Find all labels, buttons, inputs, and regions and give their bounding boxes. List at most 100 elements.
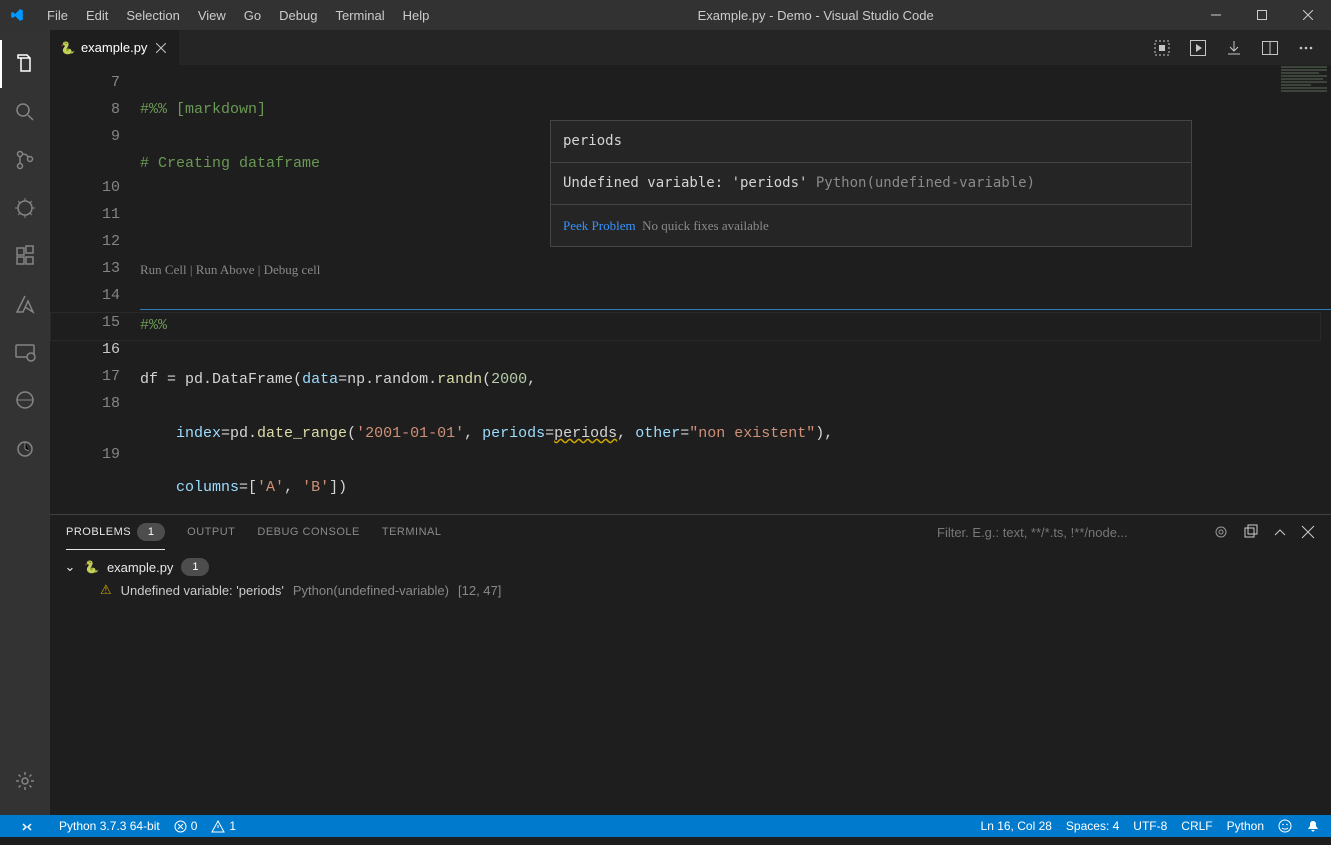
minimap[interactable] bbox=[1231, 65, 1331, 514]
title-bar: File Edit Selection View Go Debug Termin… bbox=[0, 0, 1331, 30]
problems-tab[interactable]: PROBLEMS1 bbox=[66, 515, 165, 550]
line-number: 19 bbox=[50, 441, 120, 468]
menu-selection[interactable]: Selection bbox=[117, 2, 188, 29]
problem-row[interactable]: ⚠ Undefined variable: 'periods' Python(u… bbox=[64, 579, 1317, 601]
extensions-icon[interactable] bbox=[0, 232, 50, 280]
code-editor[interactable]: 7 8 9 10 11 12 13 14 15 16 17 18 19 #%% … bbox=[50, 65, 1331, 514]
run-file-interactive-icon[interactable] bbox=[1151, 37, 1173, 59]
filter-settings-icon[interactable] bbox=[1213, 524, 1229, 540]
line-number-gutter: 7 8 9 10 11 12 13 14 15 16 17 18 19 bbox=[50, 65, 140, 514]
problem-file-name: example.py bbox=[107, 560, 173, 575]
warnings-count[interactable]: 1 bbox=[204, 815, 243, 837]
status-right: Ln 16, Col 28 Spaces: 4 UTF-8 CRLF Pytho… bbox=[974, 815, 1327, 837]
settings-gear-icon[interactable] bbox=[0, 757, 50, 805]
code-line[interactable]: df = pd.DataFrame(data=np.random.randn(2… bbox=[140, 366, 1331, 393]
menu-file[interactable]: File bbox=[38, 2, 77, 29]
feedback-icon[interactable] bbox=[1271, 815, 1299, 837]
hover-widget: periods Undefined variable: 'periods' Py… bbox=[550, 120, 1192, 247]
problems-filter-input[interactable] bbox=[935, 524, 1199, 541]
close-panel-icon[interactable] bbox=[1301, 525, 1315, 539]
vscode-logo-icon bbox=[10, 8, 24, 22]
activity-bar bbox=[0, 30, 50, 815]
cursor-position[interactable]: Ln 16, Col 28 bbox=[974, 815, 1059, 837]
panel: PROBLEMS1 OUTPUT DEBUG CONSOLE TERMINAL … bbox=[50, 514, 1331, 815]
code-line[interactable]: #%% [markdown] bbox=[140, 96, 1331, 123]
status-bar: Python 3.7.3 64-bit 0 1 Ln 16, Col 28 Sp… bbox=[0, 815, 1331, 837]
menu-terminal[interactable]: Terminal bbox=[326, 2, 393, 29]
line-number: 13 bbox=[50, 255, 120, 282]
line-number bbox=[50, 417, 120, 441]
azure-icon[interactable] bbox=[0, 280, 50, 328]
problem-source: Python(undefined-variable) bbox=[293, 583, 449, 598]
problems-badge: 1 bbox=[137, 523, 165, 541]
docker-icon[interactable] bbox=[0, 424, 50, 472]
source-control-icon[interactable] bbox=[0, 136, 50, 184]
line-number: 17 bbox=[50, 363, 120, 390]
terminal-tab[interactable]: TERMINAL bbox=[382, 515, 442, 549]
menu-bar: File Edit Selection View Go Debug Termin… bbox=[38, 2, 438, 29]
menu-debug[interactable]: Debug bbox=[270, 2, 326, 29]
search-icon[interactable] bbox=[0, 88, 50, 136]
line-number: 14 bbox=[50, 282, 120, 309]
remote-explorer-icon[interactable] bbox=[0, 328, 50, 376]
remote-indicator[interactable] bbox=[4, 815, 50, 837]
window-title: Example.py - Demo - Visual Studio Code bbox=[438, 8, 1193, 23]
problem-message: Undefined variable: 'periods' bbox=[121, 583, 284, 598]
tab-example-py[interactable]: 🐍 example.py bbox=[50, 30, 180, 65]
warning-squiggle: periods bbox=[554, 425, 617, 442]
hover-message: Undefined variable: 'periods' Python(und… bbox=[551, 163, 1191, 205]
main-area: 🐍 example.py 7 8 9 10 11 12 bbox=[0, 30, 1331, 815]
code-line[interactable]: #%% bbox=[140, 309, 1331, 339]
maximize-panel-icon[interactable] bbox=[1273, 525, 1287, 539]
menu-edit[interactable]: Edit bbox=[77, 2, 117, 29]
hover-actions: Peek Problem No quick fixes available bbox=[551, 205, 1191, 246]
warning-icon: ⚠ bbox=[100, 582, 112, 598]
maximize-button[interactable] bbox=[1239, 0, 1285, 30]
indentation[interactable]: Spaces: 4 bbox=[1059, 815, 1126, 837]
errors-count[interactable]: 0 bbox=[167, 815, 205, 837]
output-tab[interactable]: OUTPUT bbox=[187, 515, 235, 549]
tab-label: example.py bbox=[81, 40, 147, 55]
menu-go[interactable]: Go bbox=[235, 2, 270, 29]
peek-problem-link[interactable]: Peek Problem bbox=[563, 218, 636, 233]
line-number: 8 bbox=[50, 96, 120, 123]
line-number: 10 bbox=[50, 174, 120, 201]
line-number: 18 bbox=[50, 390, 120, 417]
panel-toolbar bbox=[935, 524, 1315, 541]
code-line[interactable]: index=pd.date_range('2001-01-01', period… bbox=[140, 420, 1331, 447]
code-line[interactable]: columns=['A', 'B']) bbox=[140, 474, 1331, 501]
explorer-icon[interactable] bbox=[0, 40, 50, 88]
more-actions-icon[interactable] bbox=[1295, 37, 1317, 59]
line-number: 11 bbox=[50, 201, 120, 228]
editor-group: 🐍 example.py 7 8 9 10 11 12 bbox=[50, 30, 1331, 815]
collapse-all-icon[interactable] bbox=[1243, 524, 1259, 540]
window-controls bbox=[1193, 0, 1331, 30]
line-number: 9 bbox=[50, 123, 120, 150]
python-interpreter[interactable]: Python 3.7.3 64-bit bbox=[52, 815, 167, 837]
codelens[interactable]: Run Cell | Run Above | Debug cell bbox=[140, 258, 1331, 282]
environments-icon[interactable] bbox=[0, 376, 50, 424]
eol[interactable]: CRLF bbox=[1174, 815, 1219, 837]
encoding[interactable]: UTF-8 bbox=[1126, 815, 1174, 837]
problem-location: [12, 47] bbox=[458, 583, 501, 598]
debug-console-tab[interactable]: DEBUG CONSOLE bbox=[257, 515, 359, 549]
problems-list: ⌄ 🐍 example.py 1 ⚠ Undefined variable: '… bbox=[50, 549, 1331, 815]
line-number: 12 bbox=[50, 228, 120, 255]
menu-help[interactable]: Help bbox=[394, 2, 439, 29]
notifications-icon[interactable] bbox=[1299, 815, 1327, 837]
debug-run-icon[interactable] bbox=[0, 184, 50, 232]
import-notebook-icon[interactable] bbox=[1223, 37, 1245, 59]
hover-title: periods bbox=[551, 121, 1191, 163]
close-button[interactable] bbox=[1285, 0, 1331, 30]
menu-view[interactable]: View bbox=[189, 2, 235, 29]
chevron-down-icon[interactable]: ⌄ bbox=[64, 559, 76, 575]
run-cell-icon[interactable] bbox=[1187, 37, 1209, 59]
language-mode[interactable]: Python bbox=[1220, 815, 1271, 837]
tab-close-icon[interactable] bbox=[153, 40, 169, 56]
python-file-icon: 🐍 bbox=[84, 560, 99, 574]
editor-actions bbox=[1151, 37, 1331, 59]
problem-file-row[interactable]: ⌄ 🐍 example.py 1 bbox=[64, 555, 1317, 579]
no-quick-fix-label: No quick fixes available bbox=[642, 218, 769, 233]
minimize-button[interactable] bbox=[1193, 0, 1239, 30]
split-editor-icon[interactable] bbox=[1259, 37, 1281, 59]
